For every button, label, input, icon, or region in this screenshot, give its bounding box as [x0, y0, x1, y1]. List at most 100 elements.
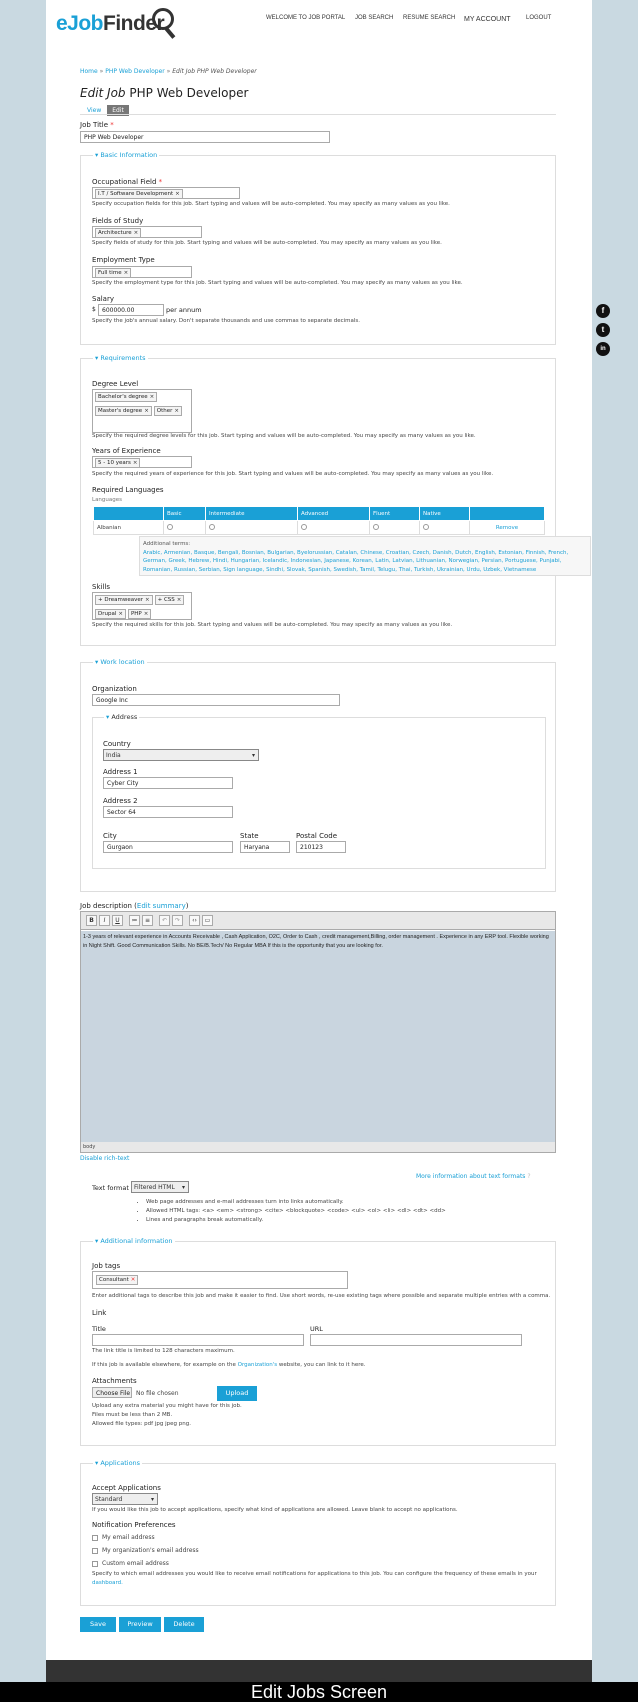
- skill-chip: PHP ×: [127, 609, 152, 619]
- disable-rich-text-link[interactable]: Disable rich-text: [80, 1155, 129, 1162]
- maximize-button[interactable]: ▭: [202, 915, 213, 926]
- breadcrumb-parent[interactable]: PHP Web Developer: [105, 68, 165, 75]
- basic-info-legend[interactable]: ▾ Basic Information: [93, 151, 160, 159]
- level-radio[interactable]: [373, 523, 379, 530]
- remove-chip-icon[interactable]: ×: [118, 611, 123, 617]
- underline-button[interactable]: U: [112, 915, 123, 926]
- bold-button[interactable]: B: [86, 915, 97, 926]
- organization-link[interactable]: Organization's: [238, 1362, 278, 1368]
- table-header: Native: [419, 506, 470, 521]
- save-button[interactable]: Save: [80, 1617, 116, 1632]
- notify-option-custom-email[interactable]: Custom email address: [92, 1560, 169, 1567]
- editor-text-area[interactable]: 1-3 years of relevant experience in Acco…: [81, 931, 555, 1142]
- link-url-input[interactable]: [310, 1334, 522, 1346]
- accept-applications-select[interactable]: Standard ▾: [92, 1493, 158, 1505]
- table-cell: Remove: [469, 520, 545, 535]
- years-experience-input[interactable]: 5 - 10 years ×: [92, 456, 192, 468]
- occupational-field-input[interactable]: I.T / Software Development ×: [92, 187, 240, 199]
- more-text-formats-link[interactable]: More information about text formats ?: [416, 1173, 531, 1180]
- twitter-icon[interactable]: t: [596, 323, 610, 337]
- city-input[interactable]: Gurgaon: [103, 841, 233, 853]
- chip-label: PHP: [130, 611, 142, 617]
- country-select[interactable]: India ▾: [103, 749, 259, 761]
- text-format-select[interactable]: Filtered HTML ▾: [131, 1181, 189, 1193]
- checkbox[interactable]: [92, 1534, 98, 1541]
- remove-chip-icon[interactable]: ×: [177, 597, 182, 603]
- notify-option-my-email[interactable]: My email address: [92, 1534, 155, 1541]
- redo-button[interactable]: ↷: [172, 915, 183, 926]
- nav-job-search[interactable]: JOB SEARCH: [355, 15, 393, 21]
- delete-button[interactable]: Delete: [164, 1617, 204, 1632]
- address2-input[interactable]: Sector 64: [103, 806, 233, 818]
- remove-chip-icon[interactable]: ×: [150, 394, 155, 400]
- table-header: Fluent: [369, 506, 420, 521]
- remove-chip-icon[interactable]: ×: [134, 230, 139, 236]
- preview-button[interactable]: Preview: [119, 1617, 161, 1632]
- nav-logout[interactable]: LOGOUT: [526, 15, 551, 21]
- address-legend[interactable]: ▾ Address: [104, 713, 140, 721]
- remove-chip-icon[interactable]: ×: [145, 597, 150, 603]
- chip-label: Bachelor's degree: [98, 394, 148, 400]
- remove-chip-icon[interactable]: ×: [175, 191, 180, 197]
- linkedin-icon[interactable]: in: [596, 342, 610, 356]
- notification-label: Notification Preferences: [92, 1521, 176, 1529]
- additional-terms-links[interactable]: Arabic, Armenian, Basque, Bengali, Bosni…: [143, 550, 568, 573]
- dashboard-link[interactable]: dashboard.: [92, 1580, 123, 1586]
- breadcrumb-home[interactable]: Home: [80, 68, 98, 75]
- link-title-label: Title: [92, 1325, 106, 1333]
- skill-chip: + Dreamweaver ×: [95, 595, 153, 605]
- numbered-list-button[interactable]: ≡: [142, 915, 153, 926]
- address1-input[interactable]: Cyber City: [103, 777, 233, 789]
- upload-button[interactable]: Upload: [217, 1386, 257, 1401]
- nav-my-account[interactable]: MY ACCOUNT: [464, 16, 511, 23]
- choose-file-button[interactable]: Choose File: [92, 1387, 132, 1398]
- fields-of-study-input[interactable]: Architecture ×: [92, 226, 202, 238]
- remove-chip-icon[interactable]: ✕: [131, 1277, 136, 1283]
- screen-caption: Edit Jobs Screen: [0, 1682, 638, 1702]
- requirements-legend[interactable]: ▾ Requirements: [93, 354, 148, 362]
- accept-applications-label: Accept Applications: [92, 1484, 161, 1492]
- facebook-icon[interactable]: f: [596, 304, 610, 318]
- link-title-input[interactable]: [92, 1334, 304, 1346]
- job-tags-input[interactable]: Consultant ✕: [92, 1271, 348, 1289]
- remove-chip-icon[interactable]: ×: [144, 611, 149, 617]
- site-logo[interactable]: eJobFinder: [56, 12, 165, 36]
- remove-chip-icon[interactable]: ×: [144, 408, 149, 414]
- organization-input[interactable]: Google Inc: [92, 694, 340, 706]
- skills-input[interactable]: + Dreamweaver × + CSS × Drupal × PHP ×: [92, 592, 192, 620]
- nav-resume-search[interactable]: RESUME SEARCH: [403, 15, 455, 21]
- notify-option-org-email[interactable]: My organization's email address: [92, 1547, 199, 1554]
- nav-welcome[interactable]: WELCOME TO JOB PORTAL: [266, 15, 345, 21]
- undo-button[interactable]: ↶: [159, 915, 170, 926]
- applications-legend[interactable]: ▾ Applications: [93, 1459, 143, 1467]
- country-label: Country: [103, 740, 131, 748]
- checkbox[interactable]: [92, 1560, 98, 1567]
- checkbox[interactable]: [92, 1547, 98, 1554]
- remove-chip-icon[interactable]: ×: [124, 270, 129, 276]
- level-radio[interactable]: [167, 523, 173, 530]
- occupational-field-desc: Specify occupation fields for this job. …: [92, 201, 450, 207]
- chip-label: Other: [156, 408, 173, 414]
- source-button[interactable]: ‹›: [189, 915, 200, 926]
- site-header: eJobFinder WELCOME TO JOB PORTAL JOB SEA…: [46, 0, 592, 52]
- level-radio[interactable]: [209, 523, 215, 530]
- state-input[interactable]: Haryana: [240, 841, 290, 853]
- bullet-list-button[interactable]: ≔: [129, 915, 140, 926]
- level-radio[interactable]: [423, 523, 429, 530]
- occupational-chip: I.T / Software Development ×: [95, 189, 183, 198]
- degree-level-input[interactable]: Bachelor's degree × Master's degree × Other…: [92, 389, 192, 433]
- postal-code-input[interactable]: 210123: [296, 841, 346, 853]
- work-location-legend[interactable]: ▾ Work location: [93, 658, 147, 666]
- remove-language-link[interactable]: Remove: [496, 525, 518, 531]
- additional-info-legend[interactable]: ▾ Additional information: [93, 1237, 175, 1245]
- divider: [80, 114, 556, 115]
- edit-summary-link[interactable]: Edit summary: [137, 902, 186, 910]
- italic-button[interactable]: I: [99, 915, 110, 926]
- study-chip: Architecture ×: [95, 228, 142, 237]
- employment-type-input[interactable]: Full time ×: [92, 266, 192, 278]
- remove-chip-icon[interactable]: ×: [133, 460, 138, 466]
- job-title-input[interactable]: PHP Web Developer: [80, 131, 330, 143]
- salary-input[interactable]: 600000.00: [98, 304, 164, 316]
- level-radio[interactable]: [301, 523, 307, 530]
- remove-chip-icon[interactable]: ×: [174, 408, 179, 414]
